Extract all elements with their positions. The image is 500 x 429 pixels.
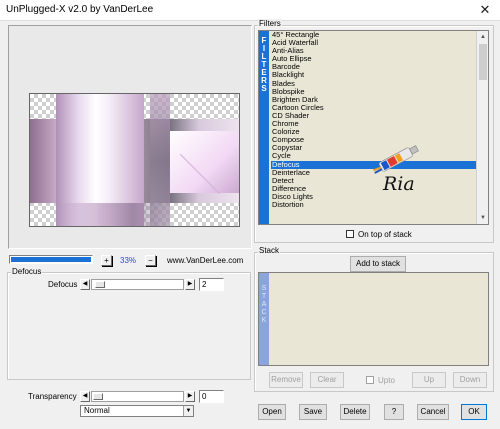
clear-button[interactable]: Clear bbox=[310, 372, 344, 388]
filter-list-item[interactable]: Chrome bbox=[271, 119, 477, 128]
transparency-value-field[interactable]: 0 bbox=[199, 390, 224, 403]
transparency-label: Transparency bbox=[28, 392, 77, 401]
title-bar: UnPlugged-X v2.0 by VanDerLee ✕ bbox=[0, 0, 500, 21]
credit-link[interactable]: www.VanDerLee.com bbox=[167, 256, 243, 265]
scroll-down-icon[interactable]: ▼ bbox=[477, 212, 488, 224]
transparency-decrease-button[interactable]: ◀ bbox=[80, 391, 90, 402]
defocus-decrease-button[interactable]: ◀ bbox=[80, 279, 90, 290]
defocus-slider-thumb[interactable] bbox=[95, 281, 106, 288]
stack-band: STACK bbox=[259, 273, 269, 365]
filters-scrollbar[interactable]: ▲ ▼ bbox=[476, 31, 488, 224]
preview-bottom bbox=[56, 203, 166, 226]
blend-mode-select[interactable]: Normal ▼ bbox=[80, 405, 194, 417]
stack-band-letters: STACK bbox=[259, 285, 269, 325]
progress-fill bbox=[11, 257, 92, 262]
zoom-level: 33% bbox=[120, 256, 137, 265]
zoom-out-button[interactable]: − bbox=[145, 255, 156, 266]
filters-listbox[interactable]: FILTERS 45° Rectangle Acid Waterfall Anti-… bbox=[258, 30, 489, 225]
defocus-increase-button[interactable]: ▶ bbox=[185, 279, 195, 290]
blend-mode-value: Normal bbox=[84, 406, 110, 415]
upto-checkbox[interactable] bbox=[366, 376, 374, 384]
add-to-stack-button[interactable]: Add to stack bbox=[350, 256, 406, 272]
scroll-up-icon[interactable]: ▲ bbox=[477, 31, 488, 43]
defocus-group-title: Defocus bbox=[11, 267, 43, 276]
stack-listbox[interactable]: STACK bbox=[258, 272, 489, 366]
help-button[interactable]: ? bbox=[384, 404, 404, 420]
zoom-in-button[interactable]: + bbox=[101, 255, 112, 266]
upto-label: Upto bbox=[378, 376, 395, 385]
ria-watermark-text: Ria bbox=[383, 173, 415, 195]
filters-band-letters: FILTERS bbox=[259, 37, 269, 93]
on-top-label: On top of stack bbox=[358, 230, 412, 239]
down-button[interactable]: Down bbox=[453, 372, 487, 388]
remove-button[interactable]: Remove bbox=[269, 372, 303, 388]
transparency-slider-track[interactable] bbox=[91, 391, 184, 402]
filter-list-item[interactable]: Distortion bbox=[271, 200, 477, 209]
defocus-label: Defocus bbox=[48, 280, 78, 289]
preview-diagonal bbox=[180, 154, 220, 194]
band-letter: A bbox=[261, 301, 267, 308]
save-button[interactable]: Save bbox=[299, 404, 327, 420]
filter-list-item[interactable]: Blacklight bbox=[271, 71, 477, 79]
filters-group-title: Filters bbox=[258, 19, 282, 28]
preview-image[interactable] bbox=[29, 93, 240, 227]
scroll-thumb[interactable] bbox=[479, 44, 487, 80]
filter-list-item[interactable]: Auto Ellipse bbox=[271, 55, 477, 63]
on-top-checkbox[interactable] bbox=[346, 230, 354, 238]
band-letter: K bbox=[261, 317, 267, 324]
filter-list-item[interactable]: CD Shader bbox=[271, 111, 477, 120]
transparency-increase-button[interactable]: ▶ bbox=[185, 391, 195, 402]
close-icon[interactable]: ✕ bbox=[470, 0, 500, 21]
chevron-down-icon[interactable]: ▼ bbox=[183, 406, 193, 416]
preview-panel bbox=[8, 25, 252, 249]
transparency-slider-thumb[interactable] bbox=[93, 393, 103, 400]
cancel-button[interactable]: Cancel bbox=[417, 404, 449, 420]
up-button[interactable]: Up bbox=[412, 372, 446, 388]
defocus-value-field[interactable]: 2 bbox=[199, 278, 224, 291]
window-title: UnPlugged-X v2.0 by VanDerLee bbox=[6, 4, 154, 15]
band-letter: C bbox=[261, 309, 267, 316]
stack-group-title: Stack bbox=[258, 246, 281, 255]
band-letter: S bbox=[261, 84, 267, 93]
band-letter: T bbox=[261, 293, 267, 300]
progress-bar bbox=[9, 255, 93, 264]
delete-button[interactable]: Delete bbox=[340, 404, 370, 420]
ok-button[interactable]: OK bbox=[461, 404, 487, 420]
open-button[interactable]: Open bbox=[258, 404, 286, 420]
filters-band: FILTERS bbox=[259, 31, 269, 224]
preview-left bbox=[30, 119, 56, 203]
defocus-slider-track[interactable] bbox=[91, 279, 184, 290]
band-letter: S bbox=[261, 285, 267, 292]
